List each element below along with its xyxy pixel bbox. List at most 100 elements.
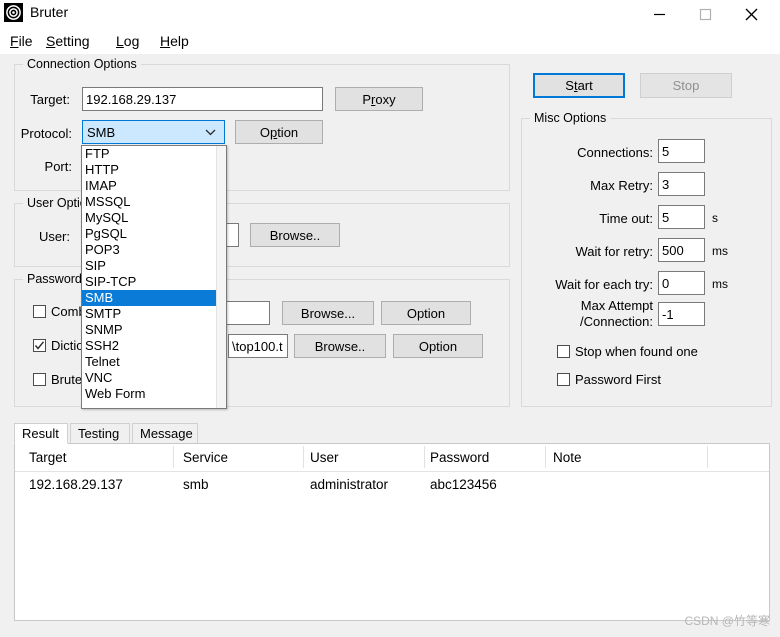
max-retry-label: Max Retry: bbox=[590, 178, 653, 193]
connections-input[interactable] bbox=[658, 139, 705, 163]
checkbox-box bbox=[33, 305, 46, 318]
protocol-option-button[interactable]: Option bbox=[235, 120, 323, 144]
wait-each-try-label: Wait for each try: bbox=[555, 277, 653, 292]
stop-when-found-label: Stop when found one bbox=[575, 344, 698, 359]
dropdown-item-sip[interactable]: SIP bbox=[82, 258, 217, 274]
menu-item-log[interactable]: Log bbox=[112, 31, 143, 51]
target-icon bbox=[4, 3, 23, 22]
cell-target: 192.168.29.137 bbox=[29, 477, 123, 492]
dropdown-item-smtp[interactable]: SMTP bbox=[82, 306, 217, 322]
tab-result[interactable]: Result bbox=[14, 423, 68, 444]
stop-when-found-checkbox[interactable]: Stop when found one bbox=[557, 344, 698, 359]
menu-item-file[interactable]: File bbox=[6, 31, 37, 51]
connections-label: Connections: bbox=[577, 145, 653, 160]
dropdown-item-imap[interactable]: IMAP bbox=[82, 178, 217, 194]
proxy-button[interactable]: Proxy bbox=[335, 87, 423, 111]
dropdown-item-snmp[interactable]: SNMP bbox=[82, 322, 217, 338]
password-options-title: Password bbox=[23, 272, 86, 286]
menu-item-setting[interactable]: Setting bbox=[42, 31, 94, 51]
misc-options-group: Misc Options bbox=[521, 111, 772, 407]
dropdown-item-web-form[interactable]: Web Form bbox=[82, 386, 217, 402]
dropdown-item-mssql[interactable]: MSSQL bbox=[82, 194, 217, 210]
brute-checkbox-label: Brute bbox=[51, 372, 83, 387]
dropdown-item-ftp[interactable]: FTP bbox=[82, 146, 217, 162]
dictionary-option-button[interactable]: Option bbox=[393, 334, 483, 358]
brute-checkbox[interactable]: Brute bbox=[33, 372, 82, 387]
timeout-input[interactable] bbox=[658, 205, 705, 229]
max-attempt-input[interactable] bbox=[658, 302, 705, 326]
timeout-unit: s bbox=[712, 211, 718, 225]
dictionary-file-input[interactable] bbox=[228, 334, 288, 358]
dropdown-item-smb[interactable]: SMB bbox=[82, 290, 217, 306]
max-attempt-label-line2: /Connection: bbox=[580, 314, 653, 329]
close-icon[interactable] bbox=[728, 0, 774, 28]
protocol-combobox-value: SMB bbox=[87, 124, 116, 140]
user-browse-button[interactable]: Browse.. bbox=[250, 223, 340, 247]
dictionary-checkbox-label: Dictio bbox=[51, 338, 84, 353]
column-header-service[interactable]: Service bbox=[183, 450, 228, 465]
minimize-icon[interactable] bbox=[636, 0, 682, 28]
wait-each-try-unit: ms bbox=[712, 277, 728, 291]
cell-service: smb bbox=[183, 477, 209, 492]
checkbox-box bbox=[557, 345, 570, 358]
table-header-row: Target Service User Password Note bbox=[15, 444, 769, 472]
protocol-combobox[interactable]: SMB bbox=[82, 120, 225, 144]
tab-testing[interactable]: Testing bbox=[70, 423, 130, 444]
max-retry-input[interactable] bbox=[658, 172, 705, 196]
tab-bar: Result Testing Message bbox=[14, 423, 770, 444]
cell-user: administrator bbox=[310, 477, 389, 492]
watermark: CSDN @竹等寒 bbox=[684, 614, 770, 628]
target-label: Target: bbox=[30, 92, 70, 107]
protocol-label: Protocol: bbox=[20, 126, 72, 141]
dropdown-item-mysql[interactable]: MySQL bbox=[82, 210, 217, 226]
wait-for-retry-label: Wait for retry: bbox=[575, 244, 653, 259]
protocol-dropdown-list[interactable]: FTP HTTP IMAP MSSQL MySQL PgSQL POP3 SIP SIP-TCP… bbox=[81, 145, 227, 409]
checkbox-box bbox=[33, 373, 46, 386]
target-input[interactable] bbox=[82, 87, 323, 111]
combo-browse-button[interactable]: Browse... bbox=[282, 301, 374, 325]
cell-password: abc123456 bbox=[430, 477, 497, 492]
wait-for-retry-unit: ms bbox=[712, 244, 728, 258]
dictionary-checkbox[interactable]: Dictio bbox=[33, 338, 84, 353]
misc-options-title: Misc Options bbox=[530, 111, 611, 125]
title-bar: Bruter bbox=[0, 0, 780, 28]
maximize-icon[interactable] bbox=[682, 0, 728, 28]
menu-item-help[interactable]: Help bbox=[156, 31, 193, 51]
password-first-checkbox[interactable]: Password First bbox=[557, 372, 661, 387]
window-title: Bruter bbox=[30, 4, 69, 20]
protocol-dropdown-items[interactable]: FTP HTTP IMAP MSSQL MySQL PgSQL POP3 SIP SIP-TCP… bbox=[82, 146, 217, 408]
combo-checkbox[interactable]: Comb bbox=[33, 304, 86, 319]
dropdown-item-sip-tcp[interactable]: SIP-TCP bbox=[82, 274, 217, 290]
checkbox-box bbox=[557, 373, 570, 386]
dropdown-item-telnet[interactable]: Telnet bbox=[82, 354, 217, 370]
port-label: Port: bbox=[44, 159, 72, 174]
start-button[interactable]: Start bbox=[533, 73, 625, 98]
password-first-label: Password First bbox=[575, 372, 661, 387]
column-header-password[interactable]: Password bbox=[430, 450, 489, 465]
tab-message[interactable]: Message bbox=[132, 423, 198, 444]
dropdown-item-http[interactable]: HTTP bbox=[82, 162, 217, 178]
dropdown-item-ssh2[interactable]: SSH2 bbox=[82, 338, 217, 354]
column-header-note[interactable]: Note bbox=[553, 450, 582, 465]
menu-bar: File Setting Log Help bbox=[0, 28, 780, 54]
user-label: User: bbox=[38, 229, 70, 244]
wait-each-try-input[interactable] bbox=[658, 271, 705, 295]
dropdown-item-pop3[interactable]: POP3 bbox=[82, 242, 217, 258]
chevron-down-icon bbox=[205, 125, 216, 140]
max-attempt-label-line1: Max Attempt bbox=[580, 298, 653, 313]
column-header-user[interactable]: User bbox=[310, 450, 339, 465]
column-header-target[interactable]: Target bbox=[29, 450, 67, 465]
dropdown-scrollbar[interactable] bbox=[216, 146, 226, 408]
application-window: Bruter File Setting Log Help Connection … bbox=[0, 0, 780, 637]
dictionary-browse-button[interactable]: Browse.. bbox=[294, 334, 386, 358]
connection-options-title: Connection Options bbox=[23, 57, 141, 71]
stop-button: Stop bbox=[640, 73, 732, 98]
dropdown-item-vnc[interactable]: VNC bbox=[82, 370, 217, 386]
table-row[interactable]: 192.168.29.137 smb administrator abc1234… bbox=[15, 472, 769, 502]
result-panel: Target Service User Password Note 192.16… bbox=[14, 443, 770, 621]
combo-option-button[interactable]: Option bbox=[381, 301, 471, 325]
timeout-label: Time out: bbox=[599, 211, 653, 226]
dropdown-item-pgsql[interactable]: PgSQL bbox=[82, 226, 217, 242]
wait-for-retry-input[interactable] bbox=[658, 238, 705, 262]
result-table: Target Service User Password Note 192.16… bbox=[15, 444, 769, 502]
